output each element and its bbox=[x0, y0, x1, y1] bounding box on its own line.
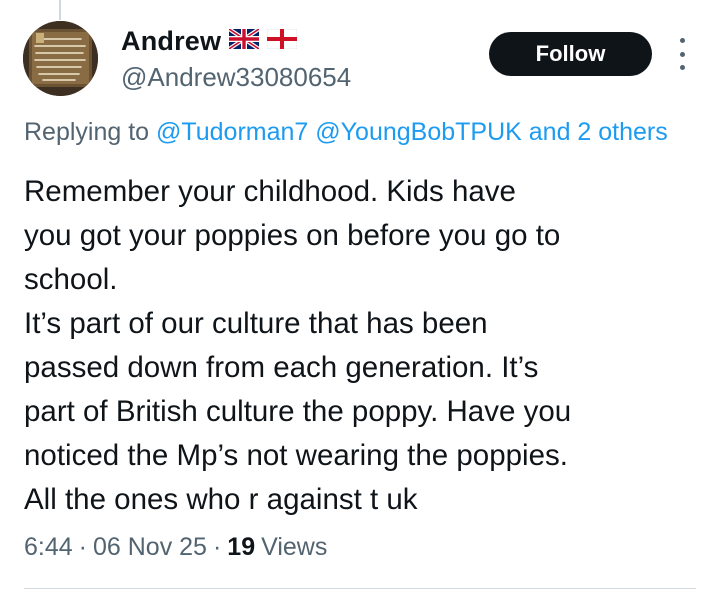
tweet-date[interactable]: 06 Nov 25 bbox=[93, 533, 207, 562]
more-dot bbox=[679, 65, 685, 70]
more-dot bbox=[679, 38, 685, 43]
tweet-time[interactable]: 6:44 bbox=[24, 533, 73, 562]
replying-to-prefix: Replying to bbox=[24, 118, 150, 146]
avatar-image bbox=[23, 21, 98, 96]
views-label: Views bbox=[261, 533, 328, 561]
tweet-text: Remember your childhood. Kids have you g… bbox=[24, 175, 572, 516]
tweet-meta: 6:44 · 06 Nov 25 · 19 Views bbox=[24, 533, 327, 562]
replying-to-line: Replying to @Tudorman7 @YoungBobTPUK and… bbox=[24, 118, 720, 147]
follow-button[interactable]: Follow bbox=[489, 32, 652, 76]
england-flag-icon bbox=[266, 28, 298, 54]
author-display-name[interactable]: Andrew bbox=[121, 26, 221, 57]
mention-youngbobtpuk[interactable]: @YoungBobTPUK bbox=[315, 118, 522, 146]
meta-separator: · bbox=[212, 533, 222, 561]
avatar[interactable] bbox=[23, 21, 98, 96]
uk-flag-icon bbox=[228, 27, 261, 54]
meta-separator: · bbox=[78, 533, 87, 561]
author-name-row: Andrew bbox=[121, 26, 298, 57]
more-vertical-icon[interactable] bbox=[668, 38, 696, 70]
author-handle[interactable]: @Andrew33080654 bbox=[121, 62, 351, 93]
mention-others[interactable]: and 2 others bbox=[529, 118, 668, 146]
mention-tudorman7[interactable]: @Tudorman7 bbox=[156, 118, 308, 146]
thread-connector-line bbox=[59, 0, 61, 20]
views-count: 19 bbox=[227, 533, 256, 561]
divider bbox=[24, 588, 696, 589]
more-dot bbox=[679, 51, 685, 57]
